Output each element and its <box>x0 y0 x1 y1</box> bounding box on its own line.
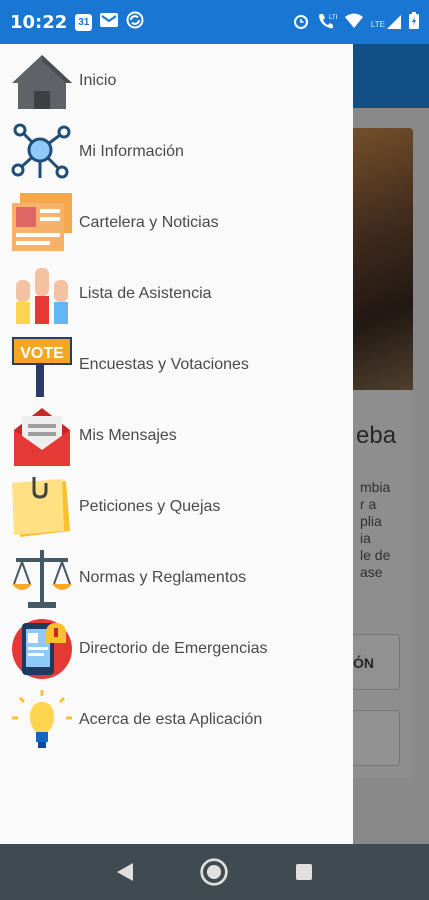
menu-label-acerca-de: Acerca de esta Aplicación <box>79 710 263 728</box>
menu-label-normas: Normas y Reglamentos <box>79 568 247 586</box>
menu-label-encuestas: Encuestas y Votaciones <box>79 355 249 373</box>
battery-icon <box>409 12 419 32</box>
menu-label-inicio: Inicio <box>79 71 117 89</box>
vote-text: VOTE <box>20 345 64 362</box>
menu-item-mis-mensajes[interactable]: Mis Mensajes <box>0 400 353 471</box>
menu-label-mis-mensajes: Mis Mensajes <box>79 426 177 444</box>
home-button-icon[interactable] <box>199 857 229 887</box>
menu-item-directorio[interactable]: Directorio de Emergencias <box>0 613 353 684</box>
menu-item-cartelera[interactable]: Cartelera y Noticias <box>0 187 353 258</box>
back-icon[interactable] <box>110 857 140 887</box>
menu-item-mi-informacion[interactable]: Mi Información <box>0 116 353 187</box>
lte-signal-icon: LTE <box>371 15 401 29</box>
menu-item-acerca-de[interactable]: Acerca de esta Aplicación <box>0 684 353 755</box>
menu-item-inicio[interactable]: Inicio <box>0 45 353 116</box>
menu-label-cartelera: Cartelera y Noticias <box>79 213 219 231</box>
lte-label: LTE <box>370 20 385 29</box>
volte-call-icon: LTE <box>317 13 339 32</box>
calendar-icon: 31 <box>75 13 93 31</box>
menu-label-mi-informacion: Mi Información <box>79 142 184 160</box>
raised-hands-icon <box>10 262 74 326</box>
lightbulb-icon <box>10 688 74 752</box>
news-board-icon <box>10 191 74 255</box>
system-nav-bar <box>0 844 429 900</box>
home-icon <box>10 49 74 113</box>
status-bar: 10:22 31 LTE LTE <box>0 0 429 44</box>
status-time: 10:22 <box>10 11 68 33</box>
menu-item-peticiones[interactable]: Peticiones y Quejas <box>0 471 353 542</box>
menu-item-normas[interactable]: Normas y Reglamentos <box>0 542 353 613</box>
emergency-phone-icon <box>10 617 74 681</box>
vote-sign-icon: VOTE <box>10 333 74 397</box>
scales-icon <box>10 546 74 610</box>
alarm-icon <box>293 13 309 32</box>
recents-icon[interactable] <box>289 857 319 887</box>
svg-text:LTE: LTE <box>329 15 337 21</box>
sync-icon <box>126 11 144 34</box>
menu-label-lista-asistencia: Lista de Asistencia <box>79 284 212 302</box>
menu-label-directorio: Directorio de Emergencias <box>79 639 268 657</box>
menu-label-peticiones: Peticiones y Quejas <box>79 497 221 515</box>
menu-item-encuestas[interactable]: VOTE Encuestas y Votaciones <box>0 329 353 400</box>
menu-item-lista-asistencia[interactable]: Lista de Asistencia <box>0 258 353 329</box>
wifi-icon <box>344 13 363 31</box>
sticky-note-icon <box>10 475 74 539</box>
navigation-drawer: Inicio Mi Información Cartelera y Notici… <box>0 44 353 844</box>
network-icon <box>10 120 74 184</box>
gmail-icon <box>100 12 119 32</box>
envelope-icon <box>10 404 74 468</box>
